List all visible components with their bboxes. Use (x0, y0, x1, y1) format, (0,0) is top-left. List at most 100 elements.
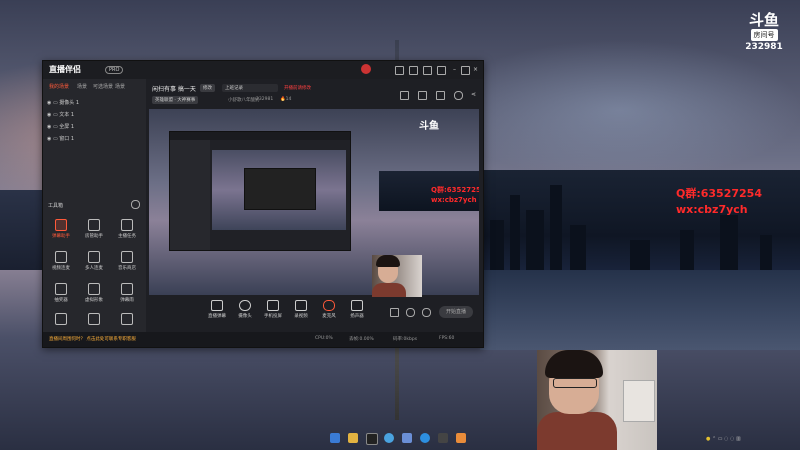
music-icon (121, 251, 133, 263)
preview-webcam (372, 255, 422, 297)
menu-icon[interactable] (437, 66, 446, 75)
tab-scenes[interactable]: 场景 (77, 83, 87, 90)
avatar[interactable] (361, 64, 371, 74)
game-tag[interactable]: 英雄联盟 · 大神赛事 (152, 96, 199, 104)
tool-avatar[interactable]: 虚拟形象 (78, 281, 110, 309)
main-panel: 闲扫有事 搞一天 修改 上班记录 开播前请修改 英雄联盟 · 大神赛事 小舒歌八… (146, 79, 483, 347)
gear-icon[interactable] (422, 308, 431, 317)
tool-admin[interactable]: 房管助手 (78, 217, 110, 245)
speaker-icon (351, 300, 363, 311)
start-live-button[interactable]: 开始直播 (439, 306, 473, 318)
folder-icon[interactable] (348, 433, 358, 443)
bitrate-stat: 码率:0kbps (393, 337, 418, 342)
close-icon[interactable]: × (472, 66, 479, 73)
preview-logo: 斗鱼 (419, 121, 439, 132)
title-hint: 开播前请修改 (284, 86, 311, 91)
tray-icon[interactable]: ● (706, 436, 710, 442)
avatar-icon (88, 283, 100, 295)
scene-item[interactable]: ◉ ▭ 文本 1 (47, 111, 74, 118)
multi-link-icon (88, 251, 100, 263)
window-icon[interactable] (436, 91, 445, 100)
tool-more-2[interactable] (78, 311, 110, 329)
tasks-icon (121, 219, 133, 231)
speaker-control[interactable]: 扬声器 (344, 300, 370, 319)
record-video-control[interactable]: 录视频 (288, 300, 314, 319)
record-icon[interactable] (400, 91, 409, 100)
minimize-icon[interactable]: – (451, 66, 458, 73)
webcam-overlay (537, 350, 657, 450)
browser-icon[interactable] (384, 433, 394, 443)
lottery-icon (55, 283, 67, 295)
status-bar: 直播间周围何时？ 点击此处可联系专职客服 CPU:0% 丢帧:0.00% 码率:… (43, 332, 483, 347)
phone-cast-icon (267, 300, 279, 311)
logo-room-id: 232981 (745, 42, 783, 52)
danmu-icon (55, 219, 67, 231)
edit-title-button[interactable]: 修改 (200, 84, 215, 92)
bell-icon[interactable] (454, 91, 463, 100)
app-icon[interactable] (438, 433, 448, 443)
category-select[interactable]: 上班记录 (222, 84, 278, 92)
cpu-stat: CPU:0% (315, 336, 333, 341)
settings-icon[interactable] (423, 66, 432, 75)
tool-more-1[interactable] (45, 311, 77, 329)
tool-icon (55, 313, 67, 325)
danmu-rain-icon (121, 283, 133, 295)
tool-danmu-rain[interactable]: 弹幕雨 (111, 281, 143, 309)
tool-multi-link[interactable]: 多人连麦 (78, 249, 110, 277)
tool-icon (121, 313, 133, 325)
system-tray: ● ⌃ ▭ ◌ ◌ ▥ (706, 436, 741, 442)
scene-item[interactable]: ◉ ▭ 摄像头 1 (47, 99, 79, 106)
fps-stat: FPS:60 (439, 336, 455, 341)
feedback-icon[interactable] (409, 66, 418, 75)
message-icon[interactable] (395, 66, 404, 75)
tool-tasks[interactable]: 主播任务 (111, 217, 143, 245)
preview-nested-window (169, 131, 351, 251)
app-icon[interactable] (420, 433, 430, 443)
pro-badge[interactable]: PRO (105, 66, 124, 74)
tool-music[interactable]: 音乐商店 (111, 249, 143, 277)
microphone-control[interactable]: 麦克风 (316, 300, 342, 319)
streaming-app-taskbar-icon[interactable] (456, 433, 466, 443)
tab-my-scenes[interactable]: 我的场景 (49, 83, 69, 90)
preview-qq-overlay: Q群:63527254 (431, 186, 479, 194)
support-link[interactable]: 直播间周围何时？ 点击此处可联系专职客服 (49, 336, 136, 342)
anchor-name: 小舒歌八年酸奶 (228, 98, 260, 103)
tab-scenes-2[interactable]: 场景 (115, 83, 125, 90)
douyu-logo: 斗鱼 房间号 232981 (742, 12, 786, 52)
clock-icon[interactable] (406, 308, 415, 317)
hot-count: 🔥14 (280, 97, 292, 102)
logo-room-label: 房间号 (750, 29, 778, 41)
title-bar: 直播伴侣 PRO – × (43, 61, 483, 79)
live-preview[interactable]: 斗鱼 Q群:63527254 wx:cbz7ych (149, 109, 479, 295)
share-icon[interactable]: ⋖ (470, 91, 477, 98)
toolbox-settings-icon[interactable] (131, 200, 140, 209)
tool-video-link[interactable]: 视频连麦 (45, 249, 77, 277)
danmu-icon (211, 300, 223, 311)
screencast-control[interactable]: 手机投屏 (260, 300, 286, 319)
app-icon[interactable] (402, 433, 412, 443)
admin-icon (88, 219, 100, 231)
tool-danmu[interactable]: 弹幕助手 (45, 217, 77, 245)
scene-item[interactable]: ◉ ▭ 全屏 1 (47, 123, 74, 130)
logo-mark: 斗鱼 (748, 11, 779, 29)
app-icon[interactable] (366, 433, 378, 445)
camera-icon[interactable] (390, 308, 399, 317)
toolbox-title: 工具箱 (48, 203, 64, 209)
room-title: 闲扫有事 搞一天 (152, 86, 196, 93)
camera-control[interactable]: 摄像头 (232, 300, 258, 319)
danmu-control[interactable]: 直播弹幕 (204, 300, 230, 319)
tab-optional[interactable]: 可选场景 (93, 83, 113, 90)
streaming-app-window: 直播伴侣 PRO – × 我的场景 场景 可选场景 场景 ◉ ▭ 摄像头 1 ◉… (42, 60, 484, 348)
tool-icon (88, 313, 100, 325)
lock-icon[interactable] (418, 91, 427, 100)
scene-item[interactable]: ◉ ▭ 窗口 1 (47, 135, 74, 142)
tool-more-3[interactable] (111, 311, 143, 329)
webcam-person-shirt (537, 412, 617, 450)
video-link-icon (55, 251, 67, 263)
preview-wx-overlay: wx:cbz7ych (431, 196, 477, 204)
maximize-icon[interactable] (461, 66, 470, 75)
taskbar (330, 432, 470, 446)
tool-lottery[interactable]: 抽奖器 (45, 281, 77, 309)
webcam-person-hair (545, 350, 603, 378)
start-icon[interactable] (330, 433, 340, 443)
